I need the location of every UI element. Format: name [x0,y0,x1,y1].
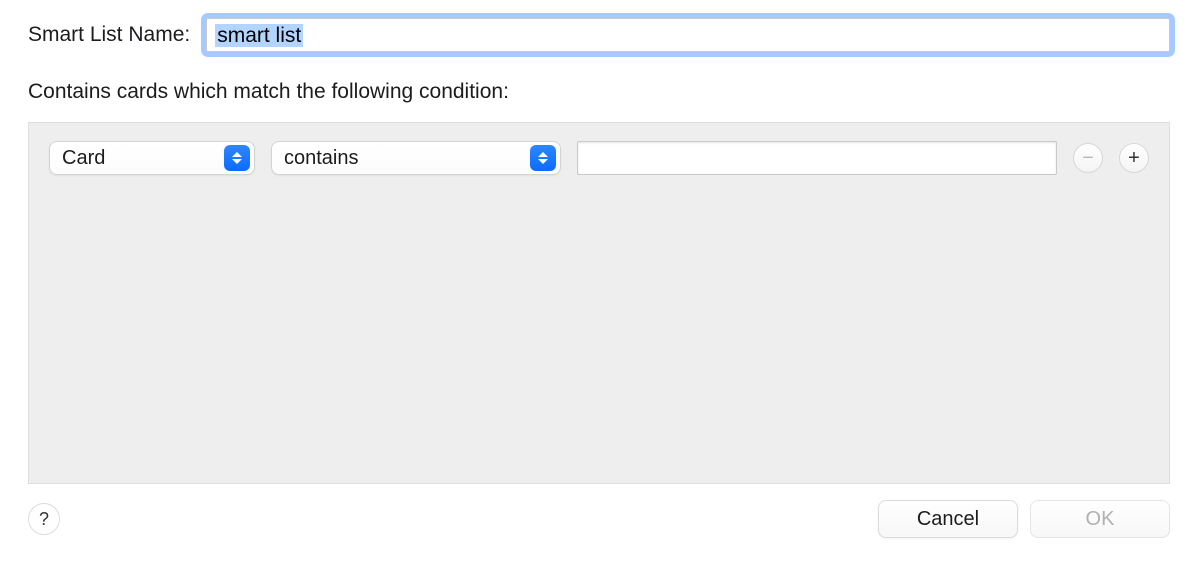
chevron-down-icon [232,159,242,164]
smart-list-name-input[interactable]: smart list [206,18,1170,52]
help-button[interactable]: ? [28,503,60,535]
remove-condition-button[interactable]: − [1073,143,1103,173]
chevron-down-icon [538,159,548,164]
updown-icon [530,145,556,171]
condition-operator-select[interactable]: contains [271,141,561,175]
condition-field-select[interactable]: Card [49,141,255,175]
plus-icon: + [1128,147,1140,170]
conditions-caption: Contains cards which match the following… [28,80,1170,104]
smart-list-name-label: Smart List Name: [28,23,190,47]
dialog-footer: ? Cancel OK [28,500,1170,538]
conditions-panel: Card contains − + [28,122,1170,484]
cancel-button[interactable]: Cancel [878,500,1018,538]
question-mark-icon: ? [39,509,49,530]
condition-row: Card contains − + [49,141,1149,175]
smart-list-name-value: smart list [215,24,303,47]
condition-operator-value: contains [284,147,359,170]
name-row: Smart List Name: smart list [28,18,1170,52]
condition-value-input[interactable] [577,141,1057,175]
minus-icon: − [1082,147,1094,170]
updown-icon [224,145,250,171]
ok-button[interactable]: OK [1030,500,1170,538]
add-condition-button[interactable]: + [1119,143,1149,173]
smart-list-dialog: Smart List Name: smart list Contains car… [0,0,1198,556]
condition-field-value: Card [62,147,105,170]
chevron-up-icon [538,152,548,157]
chevron-up-icon [232,152,242,157]
